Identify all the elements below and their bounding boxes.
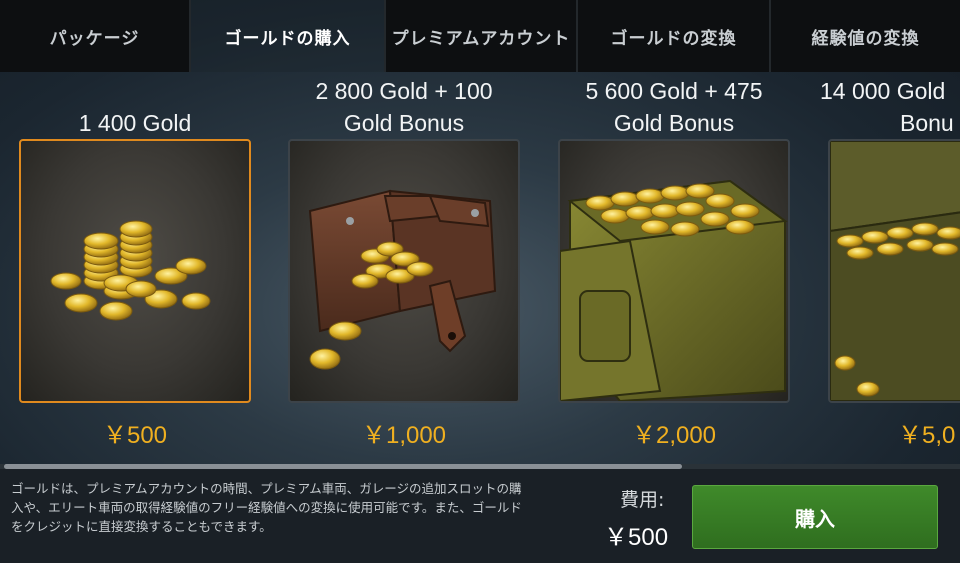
offer-card[interactable]: 14 000 Gold Bonu ￥5,0 — [820, 72, 960, 452]
cost-value: ￥500 — [604, 524, 669, 551]
tab-convert-experience[interactable]: 経験値の変換 — [771, 0, 960, 72]
tab-buy-gold[interactable]: ゴールドの購入 — [191, 0, 386, 72]
tab-label: ゴールドの変換 — [610, 28, 737, 49]
offer-title-line1: 2 800 Gold + 100 — [315, 78, 493, 104]
offer-title-line2: Gold Bonus — [343, 110, 465, 136]
offer-card[interactable]: 2 800 Gold + 100 Gold Bonus ￥1,000 — [288, 72, 520, 452]
offer-card[interactable]: 5 600 Gold + 475 Gold Bonus ￥2,000 — [558, 72, 790, 452]
tab-premium-account[interactable]: プレミアムアカウント — [386, 0, 578, 72]
offer-title-line1: 14 000 Gold — [820, 78, 946, 104]
purchase-footer: ゴールドは、プレミアムアカウントの時間、プレミアム車両、ガレージの追加スロットの… — [0, 469, 960, 563]
offer-title: 5 600 Gold + 475 Gold Bonus — [538, 75, 810, 139]
offer-title-line2: Bonu — [900, 110, 954, 136]
tab-label: プレミアムアカウント — [391, 28, 571, 49]
offer-title: 1 400 Gold — [0, 107, 271, 139]
ammo-box-coins-icon[interactable] — [558, 139, 790, 403]
leather-pouch-coins-icon[interactable] — [288, 139, 520, 403]
offer-title: 2 800 Gold + 100 Gold Bonus — [268, 75, 540, 139]
offer-price: ￥5,0 — [898, 422, 956, 449]
crate-coins-icon[interactable] — [828, 139, 960, 403]
tab-label: パッケージ — [49, 28, 140, 49]
offer-title: 14 000 Gold Bonu — [820, 75, 954, 139]
offer-card[interactable]: 1 400 Gold ￥500 — [19, 72, 251, 452]
coin-pile-icon[interactable] — [19, 139, 251, 403]
cost-label: 費用: — [620, 489, 665, 511]
tab-convert-gold[interactable]: ゴールドの変換 — [578, 0, 771, 72]
offer-price: ￥2,000 — [631, 422, 717, 449]
offer-title-line2: Gold Bonus — [613, 110, 735, 136]
offer-list: 1 400 Gold ￥500 2 800 Gold + 100 Gold Bo… — [0, 72, 960, 464]
offer-price: ￥500 — [102, 422, 168, 449]
offer-title-line1: 5 600 Gold + 475 — [585, 78, 763, 104]
tab-label: 経験値の変換 — [811, 28, 920, 49]
offer-title-line2: 1 400 Gold — [78, 110, 192, 136]
gold-description: ゴールドは、プレミアムアカウントの時間、プレミアム車両、ガレージの追加スロットの… — [11, 481, 522, 534]
offer-price: ￥1,000 — [361, 422, 447, 449]
tab-label: ゴールドの購入 — [224, 28, 351, 49]
tab-bar: パッケージ ゴールドの購入 プレミアムアカウント ゴールドの変換 経験値の変換 — [0, 0, 960, 72]
buy-button[interactable]: 購入 — [692, 485, 938, 549]
tab-packages[interactable]: パッケージ — [0, 0, 191, 72]
